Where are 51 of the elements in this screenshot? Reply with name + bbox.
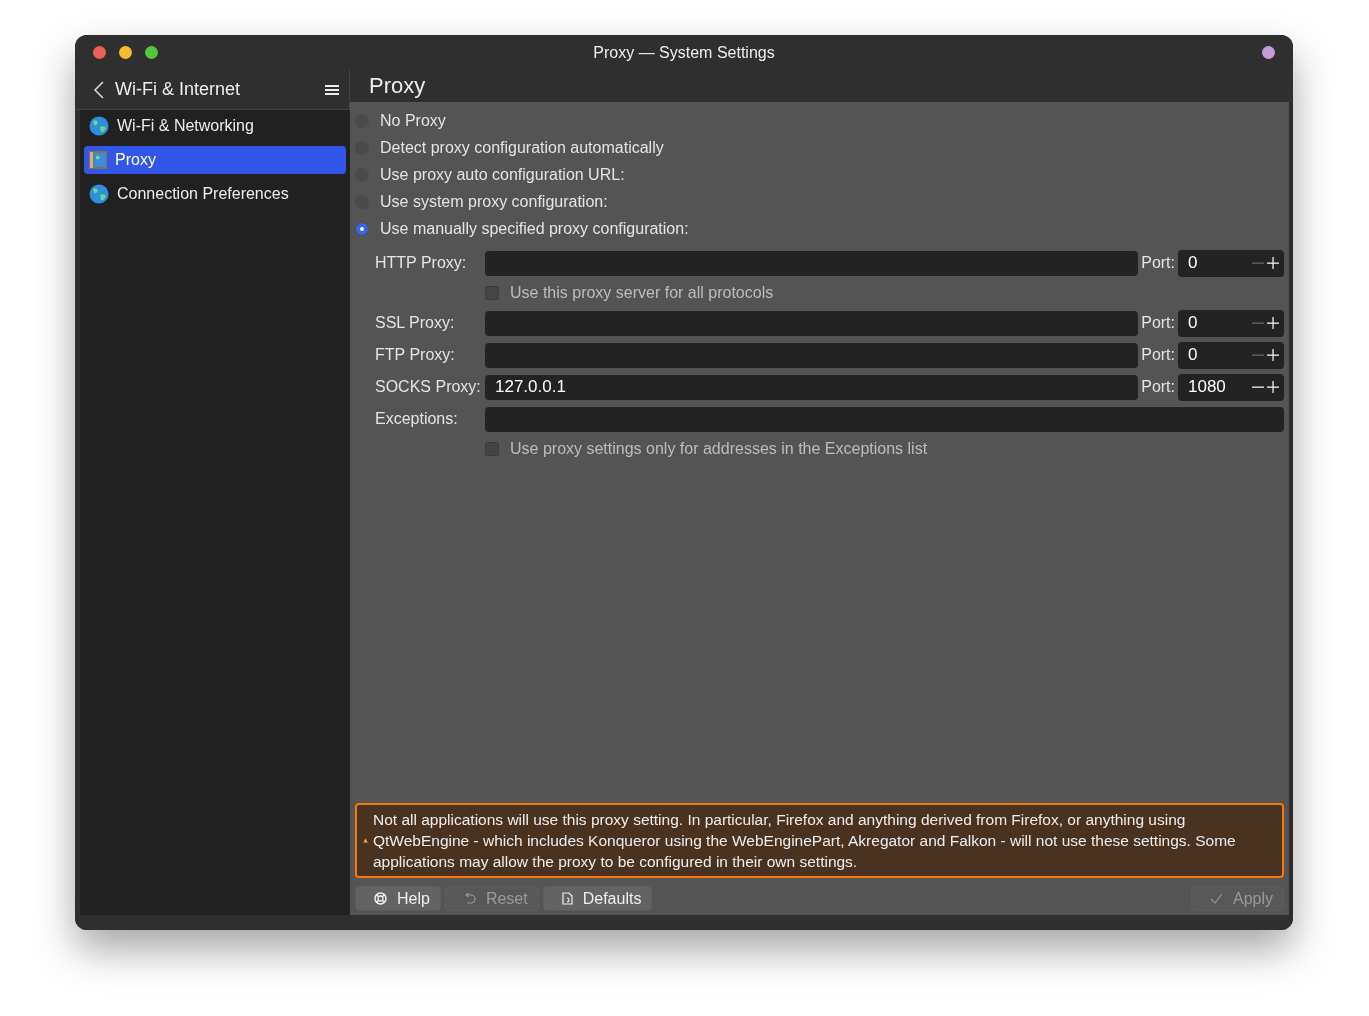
radio-option[interactable]: Use proxy auto configuration URL: <box>355 161 625 188</box>
radio-option[interactable]: Detect proxy configuration automatically <box>355 134 664 161</box>
plus-icon[interactable] <box>1267 257 1279 269</box>
field-label: SOCKS Proxy: <box>375 378 482 396</box>
window-title: Proxy — System Settings <box>593 43 775 62</box>
field-label: Exceptions: <box>375 410 459 428</box>
radio-option[interactable]: Use system proxy configuration: <box>355 188 608 215</box>
plus-icon[interactable] <box>1267 317 1279 329</box>
input-field[interactable] <box>485 310 1139 336</box>
port-spinbox[interactable]: 0 <box>1178 309 1284 337</box>
proxy-icon <box>89 150 107 170</box>
document-icon <box>561 892 573 905</box>
plus-icon[interactable] <box>1267 349 1279 361</box>
globe-icon <box>89 184 109 204</box>
field-label: SSL Proxy: <box>375 314 456 332</box>
plus-icon[interactable] <box>1267 381 1279 393</box>
port-spinbox[interactable]: 0 <box>1178 249 1284 277</box>
minimize-icon[interactable] <box>119 46 132 59</box>
field-label: Port: <box>1141 378 1175 396</box>
input-field[interactable]: 127.0.0.1 <box>485 374 1139 400</box>
sidebar-item[interactable]: Proxy <box>84 146 346 174</box>
sidebar-item[interactable]: Wi-Fi & Networking <box>84 112 346 140</box>
defaults-button[interactable]: Defaults <box>542 886 653 911</box>
close-icon[interactable] <box>93 46 106 59</box>
page-title: Proxy <box>369 73 426 99</box>
port-spinbox[interactable]: 1080 <box>1178 373 1284 401</box>
radio-button[interactable] <box>355 221 369 236</box>
section-title: Wi-Fi & Internet <box>115 79 242 100</box>
port-spinbox[interactable]: 0 <box>1178 341 1284 369</box>
radio-option[interactable]: No Proxy <box>355 107 446 134</box>
undo-icon <box>463 892 476 905</box>
dot-icon <box>1262 46 1275 59</box>
maximize-icon[interactable] <box>145 46 158 59</box>
field-label: Port: <box>1141 314 1175 332</box>
field-label: HTTP Proxy: <box>375 254 468 272</box>
help-button[interactable]: Help <box>355 886 441 911</box>
checkmark-icon <box>1209 893 1223 904</box>
menu-icon[interactable] <box>325 83 339 96</box>
input-field[interactable] <box>485 406 1284 432</box>
warning-text: Not all applications will use this proxy setting. In particular, Firefox and anything derived from Firefox, or anything using QtWebEngine - which includes Konqueror using the WebEnginePart, Akregator and Falkon - will not use these settings. Some applications may allow the proxy to be configured in their own settings. <box>372 810 1237 872</box>
input-field[interactable] <box>485 342 1139 368</box>
back-icon[interactable] <box>93 80 105 99</box>
lifebuoy-icon <box>374 892 387 905</box>
field-label: FTP Proxy: <box>375 346 456 364</box>
globe-icon <box>89 116 109 136</box>
field-label: Port: <box>1141 346 1175 364</box>
field-label: Port: <box>1141 254 1175 272</box>
sidebar-item[interactable]: Connection Preferences <box>84 180 346 208</box>
input-field[interactable] <box>485 250 1139 276</box>
warning-icon <box>363 835 368 846</box>
radio-option[interactable]: Use manually specified proxy configuration: <box>355 215 689 242</box>
